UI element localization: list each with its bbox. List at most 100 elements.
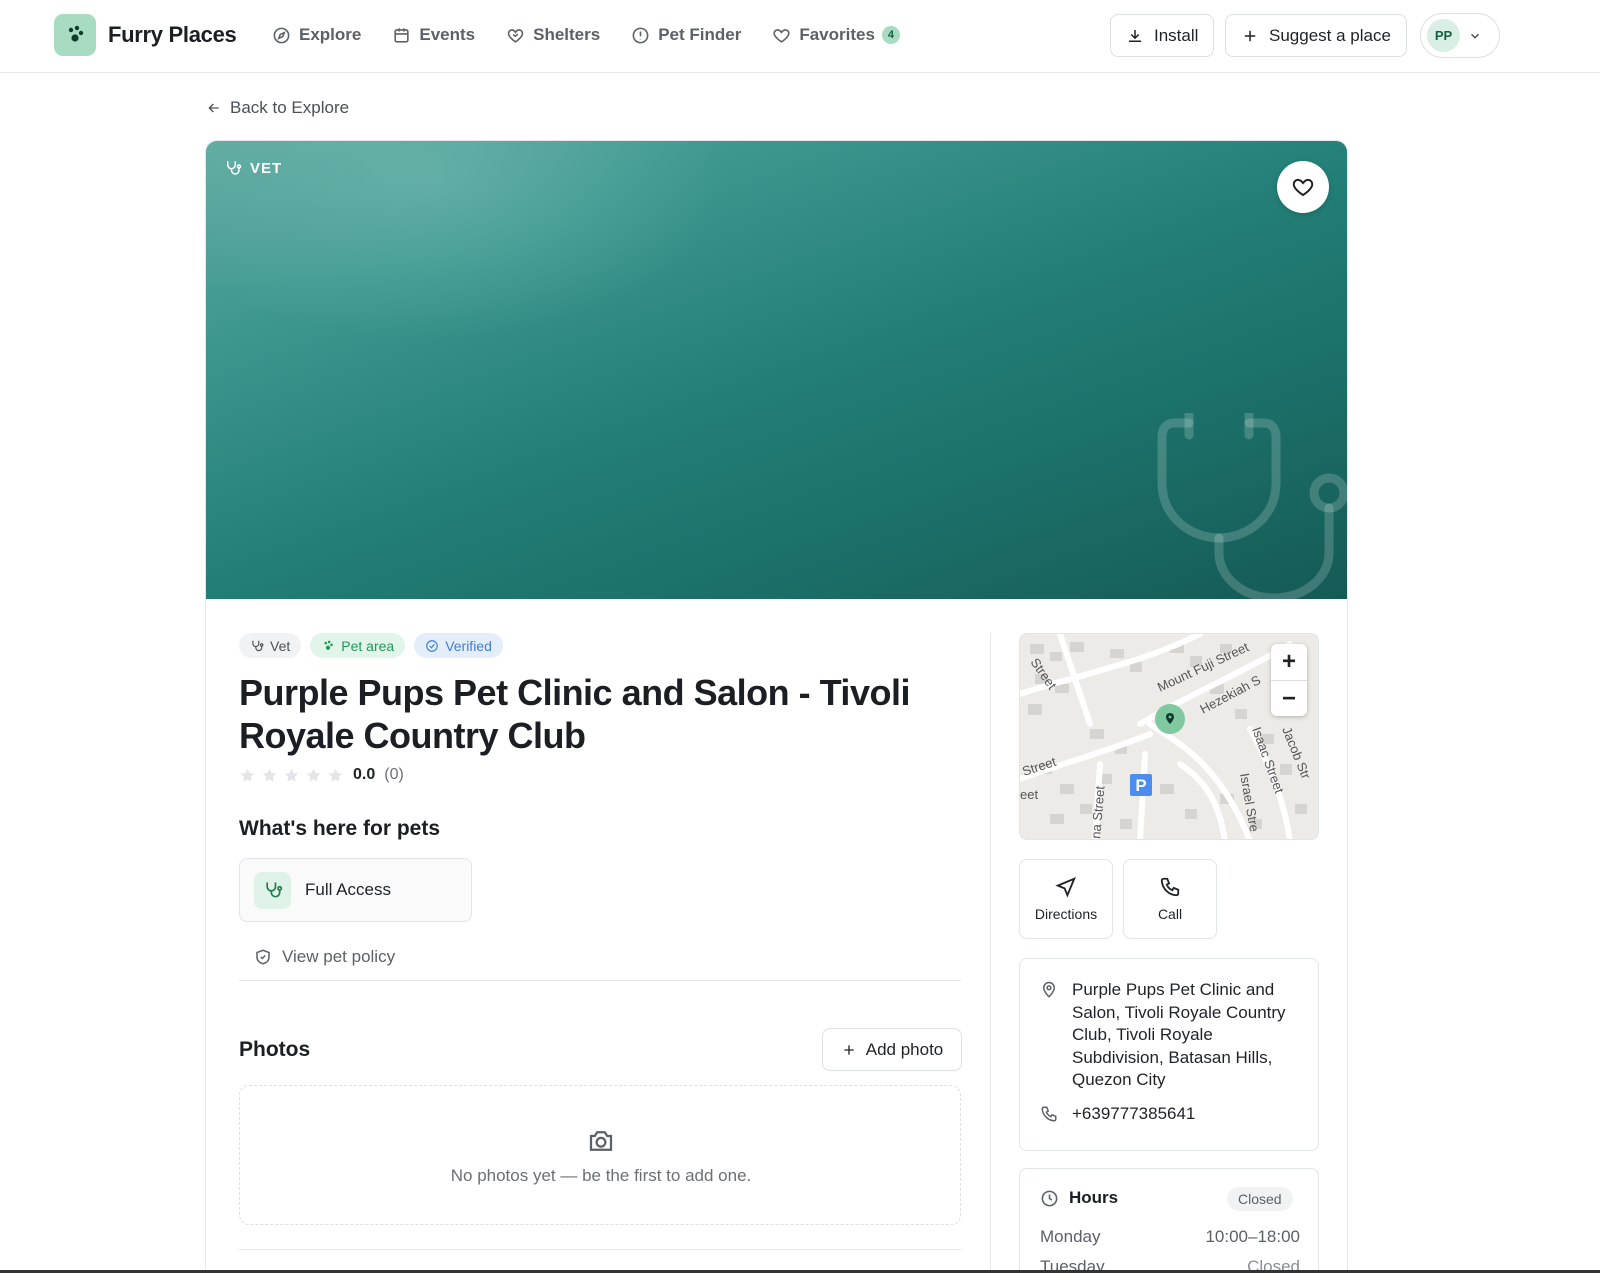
paw-icon [68, 25, 84, 42]
contact-info-box: Purple Pups Pet Clinic and Salon, Tivoli… [1019, 958, 1319, 1151]
directions-label: Directions [1034, 906, 1098, 922]
zoom-in-button[interactable]: + [1271, 644, 1307, 680]
nav-events[interactable]: Events [392, 24, 475, 46]
avatar: PP [1427, 19, 1460, 52]
plus-icon [1244, 30, 1256, 41]
chip-verified: Verified [414, 633, 503, 658]
nav-shelters-label: Shelters [533, 25, 601, 44]
star-icon [240, 768, 255, 782]
photos-empty-state: No photos yet — be the first to add one. [239, 1085, 961, 1225]
add-photo-label: Add photo [865, 1039, 944, 1059]
hours-row: Monday 10:00–18:00 [1040, 1227, 1300, 1247]
heart-icon [773, 28, 790, 43]
access-icon-box [254, 871, 291, 909]
hero-category-tag: VET [224, 159, 282, 177]
nav-shelters[interactable]: Shelters [506, 24, 600, 46]
section-divider [239, 1249, 961, 1250]
compass-icon [273, 27, 290, 43]
hours-header: Hours [1040, 1188, 1118, 1208]
hours-box: Hours Closed Monday 10:00–18:00 Tuesday … [1019, 1168, 1319, 1273]
stethoscope-watermark-icon [1157, 413, 1347, 599]
call-label: Call [1157, 906, 1183, 922]
clock-icon [1041, 1190, 1058, 1206]
phone-icon [1041, 1106, 1057, 1122]
call-button[interactable]: Call [1123, 859, 1217, 939]
photos-empty-text: No photos yet — be the first to add one. [450, 1166, 752, 1185]
star-icon [306, 768, 321, 782]
policy-label: View pet policy [282, 947, 396, 966]
hours-time: 10:00–18:00 [1205, 1227, 1300, 1246]
user-menu-button[interactable]: PP [1420, 13, 1500, 58]
nav-explore-label: Explore [299, 25, 362, 44]
alert-circle-icon [632, 27, 649, 43]
photos-heading: Photos [239, 1038, 311, 1061]
heart-icon [1292, 178, 1314, 197]
install-label: Install [1154, 25, 1199, 45]
paw-icon [324, 640, 334, 650]
location-map[interactable]: Mount Fuji Street Hezekiah S Isaac Stree… [1019, 633, 1319, 840]
pets-heading: What's here for pets [239, 817, 441, 840]
star-icon [328, 768, 343, 782]
section-divider [239, 980, 961, 981]
chip-vet: Vet [239, 633, 302, 658]
stethoscope-icon [227, 161, 242, 175]
access-label: Full Access [305, 880, 391, 899]
hero-banner: VET [206, 141, 1347, 599]
calendar-icon [394, 27, 409, 43]
place-card: VET Vet Pet area Verified Purple Pups Pe… [205, 140, 1348, 1273]
back-label: Back to Explore [230, 98, 350, 117]
nav-pet-finder[interactable]: Pet Finder [631, 24, 741, 46]
nav-favorites-label: Favorites [799, 25, 875, 44]
plus-icon [844, 1044, 854, 1055]
chip-pet-area: Pet area [310, 633, 406, 658]
chevron-down-icon [1470, 33, 1480, 39]
address-text: Purple Pups Pet Clinic and Salon, Tivoli… [1072, 980, 1286, 1089]
shield-check-icon [256, 949, 270, 965]
directions-button[interactable]: Directions [1019, 859, 1113, 939]
arrow-left-icon [208, 103, 219, 113]
install-button[interactable]: Install [1110, 14, 1215, 57]
rating: 0.0 (0) [239, 766, 404, 784]
phone-row[interactable]: +639777385641 [1040, 1104, 1195, 1124]
favorite-toggle-button[interactable] [1277, 161, 1329, 213]
map-pin-icon [1155, 704, 1185, 734]
add-photo-button[interactable]: Add photo [822, 1028, 962, 1071]
hours-day: Monday [1040, 1227, 1101, 1246]
column-separator [990, 633, 991, 1273]
hours-title: Hours [1069, 1188, 1119, 1207]
parking-label: P [1135, 776, 1146, 795]
rating-value: 0.0 [353, 766, 376, 783]
phone-icon [1160, 877, 1180, 897]
view-pet-policy-link[interactable]: View pet policy [254, 947, 395, 967]
nav-explore[interactable]: Explore [272, 24, 361, 46]
favorites-count-badge: 4 [881, 26, 900, 44]
pet-access-item: Full Access [239, 858, 472, 922]
place-title: Purple Pups Pet Clinic and Salon - Tivol… [239, 672, 910, 756]
suggest-place-button[interactable]: Suggest a place [1225, 14, 1407, 57]
phone-number: +639777385641 [1072, 1104, 1196, 1123]
app-logo[interactable] [54, 14, 96, 56]
navigation-arrow-icon [1055, 877, 1076, 898]
top-nav: Furry Places Explore Events Shelters Pet… [0, 0, 1600, 73]
chip-vet-label: Vet [270, 637, 291, 654]
brand-name[interactable]: Furry Places [108, 22, 237, 48]
heart-handshake-icon [507, 28, 524, 43]
back-to-explore-link[interactable]: Back to Explore [206, 98, 349, 118]
suggest-label: Suggest a place [1269, 25, 1391, 45]
star-icon [262, 768, 277, 782]
status-badge: Closed [1227, 1187, 1293, 1211]
address-row: Purple Pups Pet Clinic and Salon, Tivoli… [1040, 979, 1304, 1092]
map-street-label: eet [1020, 787, 1038, 802]
hero-category-label: VET [250, 159, 283, 177]
place-chips: Vet Pet area Verified [239, 633, 503, 658]
star-icon [284, 768, 299, 782]
nav-favorites[interactable]: Favorites 4 [772, 24, 900, 46]
stethoscope-icon [252, 640, 264, 651]
camera-icon [589, 1131, 613, 1151]
chip-verified-label: Verified [445, 637, 492, 654]
nav-pet-finder-label: Pet Finder [658, 25, 742, 44]
download-icon [1129, 29, 1141, 42]
rating-count: (0) [384, 766, 404, 783]
zoom-out-button[interactable]: − [1271, 680, 1307, 716]
chip-pet-area-label: Pet area [341, 637, 395, 654]
